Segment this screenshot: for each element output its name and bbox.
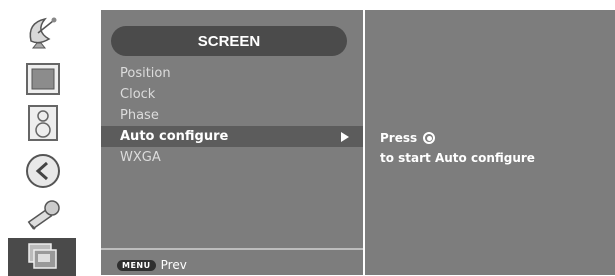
menu-panel: SCREEN Position Clock Phase Auto configu… xyxy=(101,10,363,275)
menu-item-label: Position xyxy=(120,66,171,81)
screen-icon[interactable] xyxy=(8,238,76,276)
menu-item-position[interactable]: Position xyxy=(101,63,363,84)
ok-button-icon xyxy=(423,132,436,144)
satellite-dish-icon[interactable] xyxy=(16,12,70,50)
info-line-instruction: to start Auto configure xyxy=(380,151,535,165)
menu-footer: MENU Prev xyxy=(117,256,187,274)
menu-item-phase[interactable]: Phase xyxy=(101,105,363,126)
menu-key-icon[interactable]: MENU xyxy=(117,259,156,271)
menu-item-label: WXGA xyxy=(120,150,161,165)
speaker-icon[interactable] xyxy=(16,104,70,142)
prev-label: Prev xyxy=(160,258,187,272)
press-label: Press xyxy=(380,131,418,145)
key-icon[interactable] xyxy=(16,196,70,234)
menu-item-label: Clock xyxy=(120,87,156,102)
info-line-press: Press xyxy=(380,131,436,145)
menu-item-wxga[interactable]: WXGA xyxy=(101,147,363,168)
picture-icon[interactable] xyxy=(16,60,70,98)
footer-divider xyxy=(101,248,363,250)
arrow-right-icon xyxy=(341,132,349,142)
menu-item-label: Phase xyxy=(120,108,159,123)
icon-strip xyxy=(0,0,84,276)
info-panel: Press to start Auto configure xyxy=(365,10,615,275)
menu-item-clock[interactable]: Clock xyxy=(101,84,363,105)
menu-item-auto-configure[interactable]: Auto configure xyxy=(101,126,363,147)
menu-item-label: Auto configure xyxy=(120,129,229,144)
time-icon[interactable] xyxy=(16,152,70,190)
menu-title: SCREEN xyxy=(111,26,347,56)
